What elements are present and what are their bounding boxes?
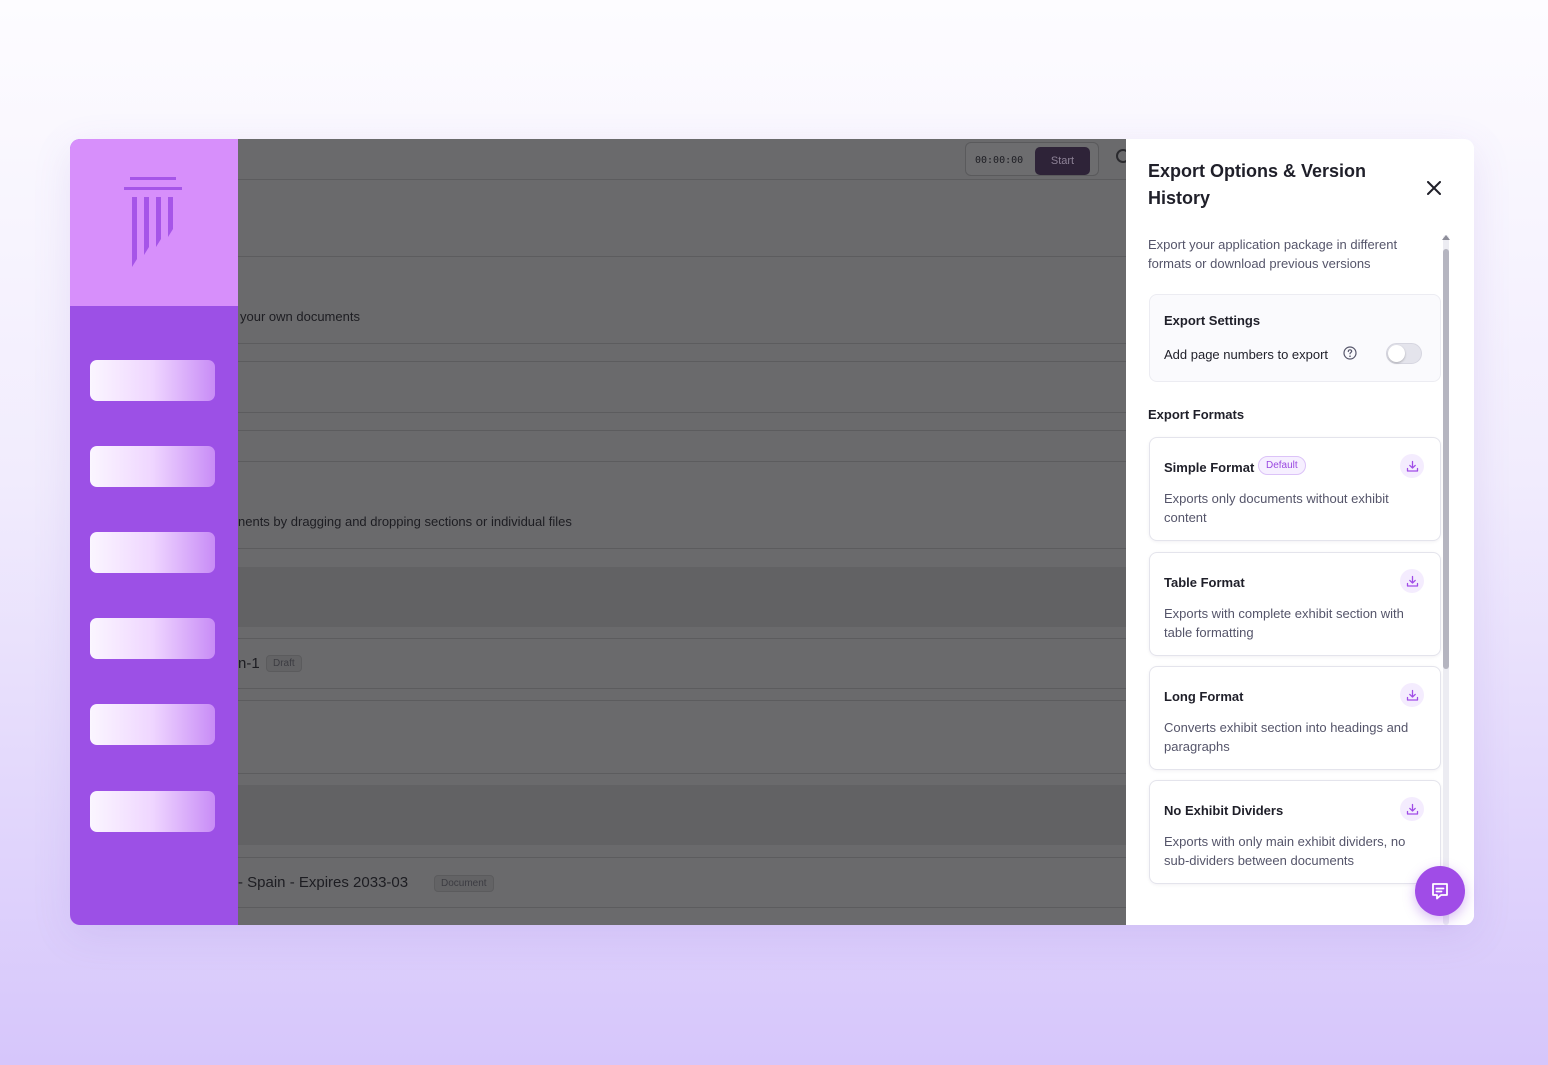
item-title: - Spain - Expires 2033-03 [238,874,409,891]
divider [238,688,1126,689]
start-button[interactable]: Start [1035,147,1090,175]
sidebar-nav-item-3[interactable] [90,532,215,573]
download-button[interactable] [1400,569,1424,593]
panel-scrollbar[interactable] [1443,235,1449,925]
pillar-logo-icon [124,176,182,267]
default-badge: Default [1258,456,1306,475]
toggle-knob [1388,345,1405,362]
format-name: Table Format [1164,575,1245,590]
panel-title: Export Options & Version History [1148,161,1367,208]
scrollbar-thumb[interactable] [1443,249,1449,669]
sidebar [70,139,238,925]
sidebar-nav-item-6[interactable] [90,791,215,832]
sidebar-nav-item-2[interactable] [90,446,215,487]
divider [238,638,1126,639]
divider [238,907,1126,908]
page-numbers-label: Add page numbers to export [1164,347,1329,362]
sidebar-nav-item-1[interactable] [90,360,215,401]
section-band [238,567,1126,627]
close-button[interactable] [1422,176,1446,200]
divider [238,343,1126,344]
app-window: 00:00:00 Start your own documents nents … [70,139,1474,925]
format-description: Exports with complete exhibit section wi… [1164,606,1404,640]
scroll-up-arrow-icon[interactable] [1442,235,1450,240]
divider [238,179,1126,180]
download-icon [1406,689,1418,701]
export-formats-title: Export Formats [1148,407,1245,422]
chat-button[interactable] [1415,866,1465,916]
format-name: Simple Format [1164,460,1255,475]
export-settings-title: Export Settings [1164,313,1261,328]
download-button[interactable] [1400,797,1424,821]
search-icon[interactable] [1116,149,1126,163]
help-circle-icon[interactable] [1343,346,1357,360]
format-name: No Exhibit Dividers [1164,803,1284,818]
download-icon [1406,803,1418,815]
format-card-long[interactable]: Long Format Converts exhibit section int… [1149,666,1441,770]
timer-widget: 00:00:00 Start [965,142,1099,176]
item-title: n-1 [238,655,260,672]
format-name: Long Format [1164,689,1244,704]
format-card-table[interactable]: Table Format Exports with complete exhib… [1149,552,1441,656]
divider [238,461,1126,462]
documents-hint: your own documents [240,309,360,324]
format-description: Exports only documents without exhibit c… [1164,491,1389,525]
chat-icon [1432,883,1448,900]
divider [238,548,1126,549]
sidebar-nav-item-4[interactable] [90,618,215,659]
download-icon [1406,460,1418,472]
status-badge: Draft [266,655,302,672]
divider [238,361,1126,362]
divider [238,430,1126,431]
reorder-hint: nents by dragging and dropping sections … [238,514,572,529]
divider [238,857,1126,858]
status-badge: Document [434,875,494,892]
sidebar-nav-item-5[interactable] [90,704,215,745]
download-icon [1406,575,1418,587]
format-description: Exports with only main exhibit dividers,… [1164,834,1406,868]
close-icon [1427,181,1441,195]
format-description: Converts exhibit section into headings a… [1164,720,1409,754]
divider [238,412,1126,413]
divider [238,700,1126,701]
format-card-simple[interactable]: Simple Format Default Exports only docum… [1149,437,1441,541]
download-button[interactable] [1400,683,1424,707]
section-band [238,785,1126,845]
page-numbers-toggle[interactable] [1386,343,1422,364]
panel-description: Export your application package in diffe… [1148,237,1398,271]
timer-display: 00:00:00 [975,155,1024,166]
logo [70,139,238,306]
format-card-no-dividers[interactable]: No Exhibit Dividers Exports with only ma… [1149,780,1441,884]
main-content-overlay: 00:00:00 Start your own documents nents … [238,139,1126,925]
export-options-panel: Export Options & Version History Export … [1126,139,1474,925]
divider [238,773,1126,774]
divider [238,256,1126,257]
export-settings-card: Export Settings Add page numbers to expo… [1149,294,1441,382]
download-button[interactable] [1400,454,1424,478]
